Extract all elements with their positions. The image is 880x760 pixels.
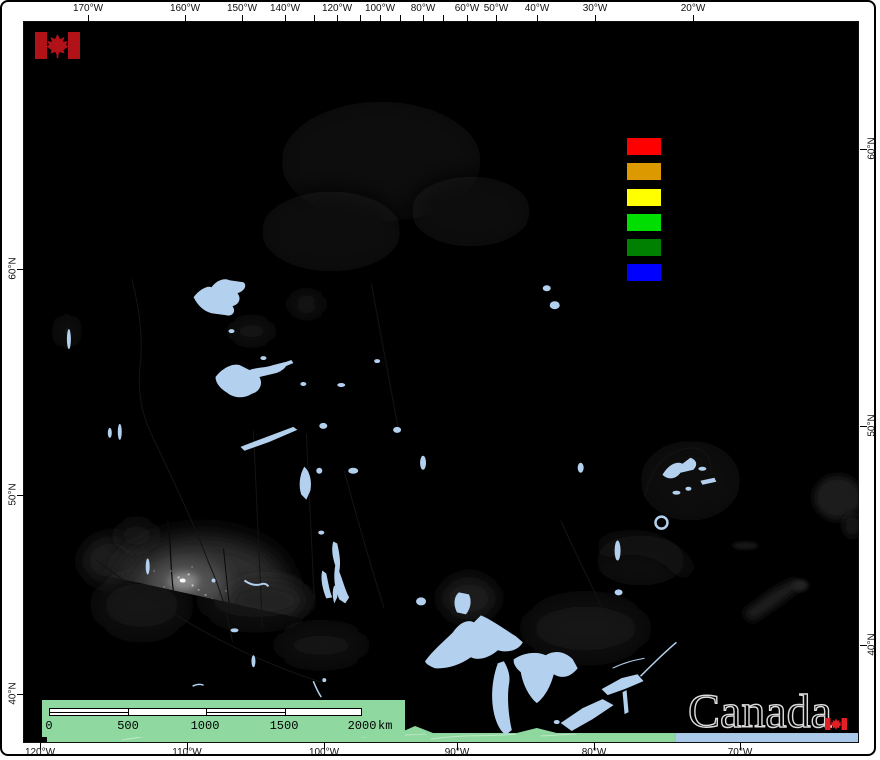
wordmark-flag-icon: [825, 693, 847, 705]
wordmark-text: Canada: [688, 685, 832, 738]
longitude-label: 160°W: [170, 3, 200, 14]
scale-bar: [49, 708, 362, 716]
maple-leaf-icon: [47, 34, 69, 58]
canada-wordmark: Canada: [688, 690, 832, 738]
longitude-tick: [537, 15, 538, 22]
longitude-tick: [314, 15, 315, 22]
longitude-tick: [400, 15, 401, 22]
longitude-tick: [88, 15, 89, 22]
longitude-tick: [185, 15, 186, 22]
longitude-tick: [285, 15, 286, 22]
latitude-label: 40°N: [8, 679, 19, 709]
map-image: [24, 22, 858, 742]
longitude-label: 90°W: [445, 747, 470, 756]
latitude-label: 60°N: [8, 254, 19, 284]
longitude-tick: [693, 15, 694, 22]
longitude-label: 110°W: [172, 747, 201, 756]
longitude-tick: [496, 15, 497, 22]
latitude-label: 60°N: [867, 134, 877, 164]
longitude-label: 140°W: [270, 3, 300, 14]
longitude-label: 120°W: [25, 747, 55, 756]
longitude-tick: [443, 15, 444, 22]
scale-unit-label: km: [378, 719, 392, 733]
latitude-label: 50°N: [8, 480, 19, 510]
scale-label-1000: 1000: [191, 719, 220, 733]
scale-label-0: 0: [45, 719, 52, 733]
longitude-label: 100°W: [309, 747, 339, 756]
map-canvas: [23, 21, 859, 743]
longitude-label: 20°W: [681, 3, 706, 14]
longitude-tick: [467, 15, 468, 22]
longitude-tick: [595, 15, 596, 22]
longitude-label: 150°W: [227, 3, 257, 14]
longitude-label: 50°W: [484, 3, 509, 14]
longitude-label: 120°W: [322, 3, 352, 14]
scale-label-1500: 1500: [270, 719, 299, 733]
canada-flag-icon: [35, 32, 80, 59]
longitude-label: 40°W: [525, 3, 550, 14]
scale-bar-panel: 0 500 1000 1500 2000 km: [42, 700, 405, 737]
scale-label-500: 500: [117, 719, 139, 733]
longitude-label: 60°W: [455, 3, 480, 14]
canada-flag-logo: [35, 32, 80, 59]
longitude-label: 170°W: [73, 3, 103, 14]
longitude-label: 80°W: [582, 747, 607, 756]
latitude-label: 40°N: [867, 630, 877, 660]
longitude-tick: [242, 15, 243, 22]
scale-label-2000: 2000: [348, 719, 377, 733]
longitude-tick: [360, 15, 361, 22]
map-window: 170°W 160°W 150°W 140°W 120°W 100°W 80°W 60°W 50…: [0, 0, 876, 756]
longitude-label: 80°W: [411, 3, 436, 14]
longitude-label: 100°W: [365, 3, 395, 14]
latitude-label: 50°N: [867, 411, 877, 441]
longitude-tick: [337, 15, 338, 22]
longitude-label: 70°W: [728, 747, 753, 756]
longitude-tick: [423, 15, 424, 22]
longitude-tick: [380, 15, 381, 22]
longitude-label: 30°W: [583, 3, 608, 14]
